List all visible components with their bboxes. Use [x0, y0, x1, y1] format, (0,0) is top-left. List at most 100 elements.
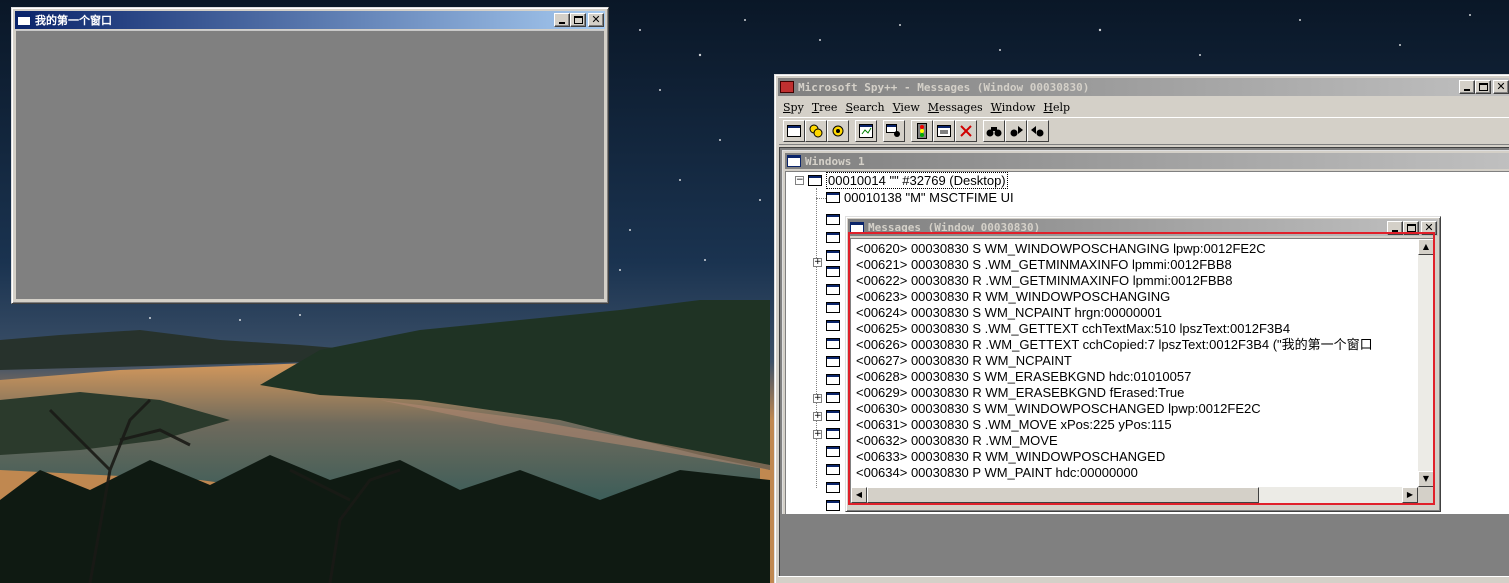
maximize-icon	[1479, 83, 1488, 91]
tree-node[interactable]	[826, 211, 844, 228]
window-icon	[826, 410, 840, 421]
menu-window[interactable]: Window	[987, 101, 1040, 114]
tree-connector	[816, 188, 817, 488]
processes-icon[interactable]	[805, 120, 827, 142]
message-log[interactable]: <00620> 00030830 S WM_WINDOWPOSCHANGING …	[850, 238, 1434, 503]
maximize-icon	[574, 16, 583, 24]
message-line[interactable]: <00628> 00030830 S WM_ERASEBKGND hdc:010…	[856, 369, 1191, 385]
message-line[interactable]: <00629> 00030830 R WM_ERASEBKGND fErased…	[856, 385, 1184, 401]
expand-toggle[interactable]: +	[813, 258, 822, 267]
window-icon	[826, 428, 840, 439]
tree-node[interactable]	[826, 281, 844, 298]
window-icon	[787, 155, 801, 167]
window-icon	[17, 14, 31, 26]
find-icon[interactable]	[983, 120, 1005, 142]
windows-icon[interactable]	[783, 120, 805, 142]
tree-node-msctfime[interactable]: 00010138 "M" MSCTFIME UI	[826, 189, 1014, 206]
tree-node[interactable]	[826, 371, 844, 388]
menu-view[interactable]: View	[889, 101, 924, 114]
messages-maximize-button[interactable]	[1403, 220, 1419, 235]
tree-node[interactable]	[826, 461, 844, 478]
expand-toggle[interactable]: +	[813, 394, 822, 403]
messages-titlebar[interactable]: Messages (Window 00030830) ✕	[848, 219, 1438, 236]
vertical-scrollbar[interactable]: ▲ ▼	[1418, 239, 1434, 487]
maximize-button[interactable]	[570, 13, 586, 27]
message-line[interactable]: <00631> 00030830 S .WM_MOVE xPos:225 yPo…	[856, 417, 1172, 433]
tree-node[interactable]	[826, 299, 844, 316]
message-line[interactable]: <00624> 00030830 S WM_NCPAINT hrgn:00000…	[856, 305, 1162, 321]
window-icon	[826, 338, 840, 349]
window1-titlebar[interactable]: 我的第一个窗口 ✕	[15, 11, 605, 29]
window-icon	[826, 500, 840, 511]
spy-maximize-button[interactable]	[1475, 80, 1491, 94]
messages-icon[interactable]	[855, 120, 877, 142]
tree-node[interactable]	[826, 443, 844, 460]
tree-node[interactable]	[826, 497, 844, 514]
close-button[interactable]: ✕	[588, 13, 604, 27]
tree-node[interactable]	[826, 229, 844, 246]
message-line[interactable]: <00627> 00030830 R WM_NCPAINT	[856, 353, 1072, 369]
collapse-toggle[interactable]: −	[795, 176, 804, 185]
message-options-icon[interactable]	[933, 120, 955, 142]
menu-bar: Spy Tree Search View Messages Window Hel…	[779, 98, 1509, 116]
message-line[interactable]: <00633> 00030830 R WM_WINDOWPOSCHANGED	[856, 449, 1165, 465]
message-line[interactable]: <00621> 00030830 S .WM_GETMINMAXINFO lpm…	[856, 257, 1232, 273]
clear-icon[interactable]	[955, 120, 977, 142]
message-line[interactable]: <00623> 00030830 R WM_WINDOWPOSCHANGING	[856, 289, 1170, 305]
expand-toggle[interactable]: +	[813, 430, 822, 439]
tree-node[interactable]	[826, 317, 844, 334]
message-line[interactable]: <00620> 00030830 S WM_WINDOWPOSCHANGING …	[856, 241, 1266, 257]
my-first-window[interactable]: 我的第一个窗口 ✕	[11, 7, 609, 304]
messages-window[interactable]: Messages (Window 00030830) ✕ <00620> 000…	[845, 216, 1441, 512]
scroll-down-button[interactable]: ▼	[1418, 471, 1434, 487]
messages-close-button[interactable]: ✕	[1421, 220, 1437, 235]
menu-spy[interactable]: Spy	[779, 101, 808, 114]
horizontal-scrollbar[interactable]: ◀ ▶	[851, 487, 1418, 503]
message-line[interactable]: <00622> 00030830 R .WM_GETMINMAXINFO lpm…	[856, 273, 1232, 289]
close-icon: ✕	[591, 13, 601, 26]
minimize-button[interactable]	[554, 13, 570, 27]
tree-node[interactable]	[826, 353, 844, 370]
message-line[interactable]: <00634> 00030830 P WM_PAINT hdc:00000000	[856, 465, 1138, 481]
tree-node-label: 00010014 "" #32769 (Desktop)	[826, 172, 1008, 189]
message-line[interactable]: <00630> 00030830 S WM_WINDOWPOSCHANGED l…	[856, 401, 1261, 417]
horizontal-scroll-thumb[interactable]	[867, 487, 1259, 503]
window1-client-area[interactable]	[16, 30, 604, 299]
maximize-icon	[1407, 223, 1416, 232]
scroll-left-button[interactable]: ◀	[851, 487, 867, 503]
tree-node[interactable]	[826, 425, 844, 442]
expand-toggle[interactable]: +	[813, 412, 822, 421]
tree-node[interactable]	[826, 389, 844, 406]
tree-node[interactable]	[826, 407, 844, 424]
window-icon	[826, 320, 840, 331]
spy-titlebar[interactable]: Microsoft Spy++ - Messages (Window 00030…	[778, 78, 1509, 96]
menu-help[interactable]: Help	[1039, 101, 1074, 114]
scroll-right-button[interactable]: ▶	[1402, 487, 1418, 503]
message-line[interactable]: <00625> 00030830 S .WM_GETTEXT cchTextMa…	[856, 321, 1290, 337]
window-icon	[826, 232, 840, 243]
tree-node[interactable]	[826, 247, 844, 264]
spy-minimize-button[interactable]	[1459, 80, 1475, 94]
size-grip[interactable]	[1418, 487, 1434, 503]
window-icon	[808, 175, 822, 186]
menu-messages[interactable]: Messages	[924, 101, 987, 114]
menu-tree[interactable]: Tree	[808, 101, 842, 114]
start-logging-icon[interactable]	[911, 120, 933, 142]
message-line[interactable]: <00626> 00030830 R .WM_GETTEXT cchCopied…	[856, 337, 1373, 353]
menu-search[interactable]: Search	[841, 101, 888, 114]
tree-node-desktop[interactable]: 00010014 "" #32769 (Desktop)	[808, 172, 1008, 189]
tree-node[interactable]	[826, 263, 844, 280]
messages-minimize-button[interactable]	[1387, 220, 1403, 235]
tree-titlebar[interactable]: Windows 1	[785, 153, 1509, 169]
tree-node[interactable]	[826, 335, 844, 352]
window-icon	[826, 214, 840, 225]
message-line[interactable]: <00632> 00030830 R .WM_MOVE	[856, 433, 1058, 449]
spy-close-button[interactable]: ✕	[1493, 80, 1509, 94]
threads-icon[interactable]	[827, 120, 849, 142]
find-next-icon[interactable]	[1005, 120, 1027, 142]
window-icon	[826, 302, 840, 313]
find-window-icon[interactable]	[883, 120, 905, 142]
tree-node[interactable]	[826, 479, 844, 496]
find-previous-icon[interactable]	[1027, 120, 1049, 142]
scroll-up-button[interactable]: ▲	[1418, 239, 1434, 255]
